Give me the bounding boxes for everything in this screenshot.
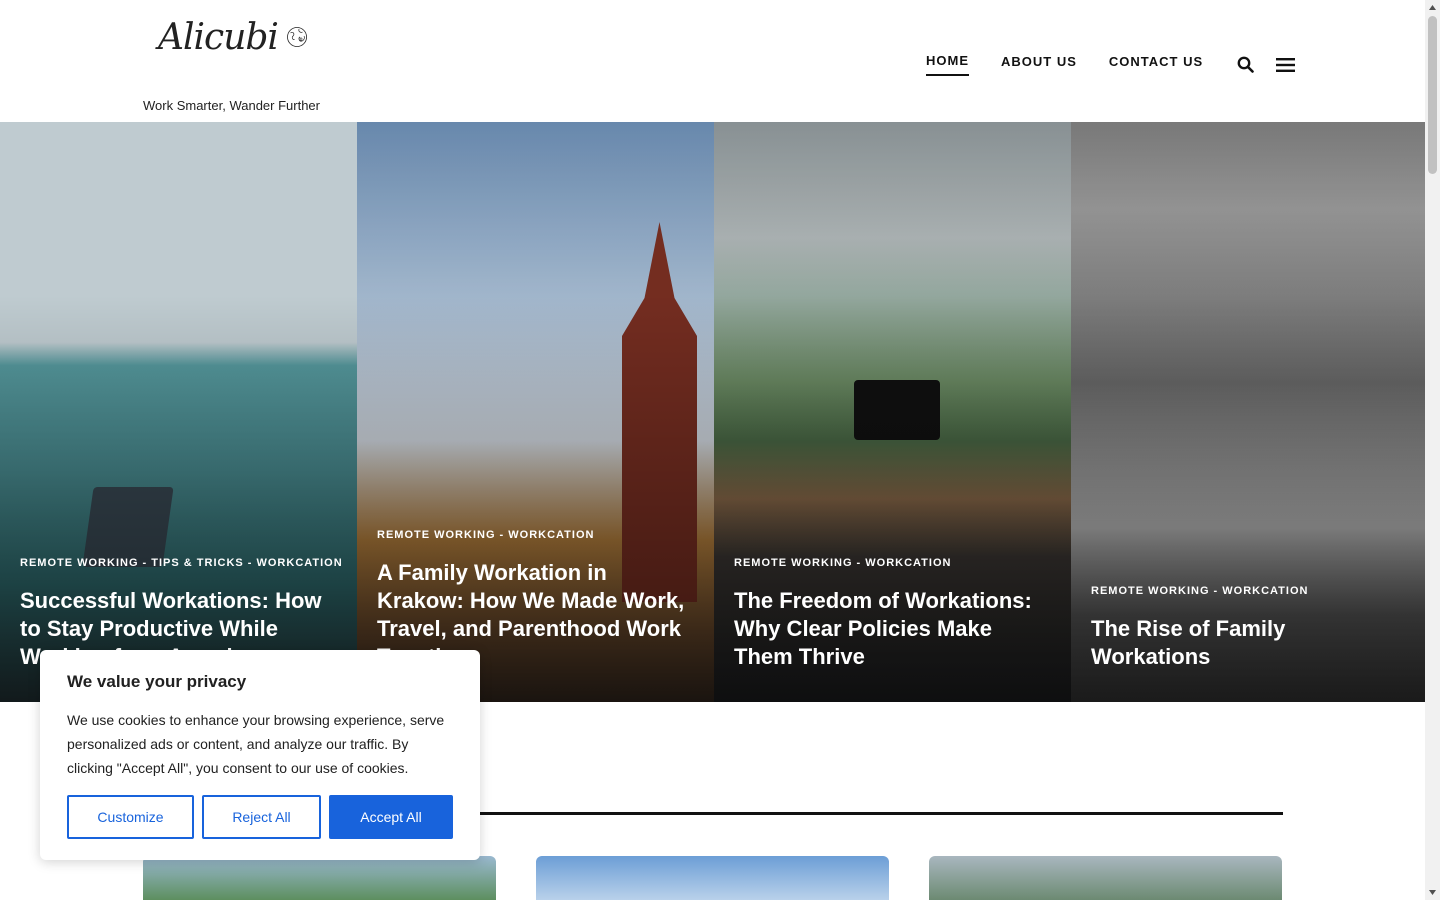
scroll-up-icon[interactable] <box>1428 3 1437 12</box>
nav-contact-us[interactable]: CONTACT US <box>1109 54 1203 75</box>
post-categories[interactable]: REMOTE WORKING - WORKCATION <box>1091 585 1308 597</box>
accept-all-button[interactable]: Accept All <box>329 795 453 839</box>
section-divider <box>480 812 1283 815</box>
hamburger-menu-icon[interactable] <box>1275 55 1295 75</box>
reject-all-button[interactable]: Reject All <box>202 795 321 839</box>
site-tagline: Work Smarter, Wander Further <box>143 98 320 113</box>
scrollbar[interactable] <box>1425 0 1440 900</box>
featured-post-card[interactable]: REMOTE WORKING - TIPS & TRICKS - WORKCAT… <box>0 122 357 702</box>
post-thumbnail[interactable] <box>143 856 496 900</box>
main-nav: HOME ABOUT US CONTACT US <box>926 53 1315 76</box>
post-categories[interactable]: REMOTE WORKING - TIPS & TRICKS - WORKCAT… <box>20 557 343 569</box>
scrollbar-thumb[interactable] <box>1428 16 1437 174</box>
post-thumbnail[interactable] <box>536 856 889 900</box>
post-title[interactable]: The Rise of Family Workations <box>1091 615 1405 671</box>
cookie-consent-banner: We value your privacy We use cookies to … <box>40 650 480 860</box>
nav-home[interactable]: HOME <box>926 53 969 76</box>
site-logo[interactable]: Alicubi <box>158 12 308 62</box>
cookie-title: We value your privacy <box>67 672 247 691</box>
post-thumbnail[interactable] <box>929 856 1282 900</box>
featured-post-card[interactable]: REMOTE WORKING - WORKCATION The Rise of … <box>1071 122 1425 702</box>
scroll-down-icon[interactable] <box>1428 888 1437 897</box>
cookie-buttons: Customize Reject All Accept All <box>67 795 453 839</box>
globe-icon <box>287 27 307 47</box>
featured-posts: REMOTE WORKING - TIPS & TRICKS - WORKCAT… <box>0 122 1425 702</box>
post-categories[interactable]: REMOTE WORKING - WORKCATION <box>377 529 594 541</box>
cookie-text: We use cookies to enhance your browsing … <box>67 712 445 776</box>
featured-post-card[interactable]: REMOTE WORKING - WORKCATION The Freedom … <box>714 122 1071 702</box>
logo-text: Alicubi <box>158 16 279 58</box>
search-icon[interactable] <box>1235 55 1255 75</box>
post-title[interactable]: The Freedom of Workations: Why Clear Pol… <box>734 587 1051 671</box>
featured-post-card[interactable]: REMOTE WORKING - WORKCATION A Family Wor… <box>357 122 714 702</box>
nav-about-us[interactable]: ABOUT US <box>1001 54 1077 75</box>
customize-button[interactable]: Customize <box>67 795 194 839</box>
site-header: Alicubi Work Smarter, Wander Further HOM… <box>0 0 1425 122</box>
post-categories[interactable]: REMOTE WORKING - WORKCATION <box>734 557 951 569</box>
